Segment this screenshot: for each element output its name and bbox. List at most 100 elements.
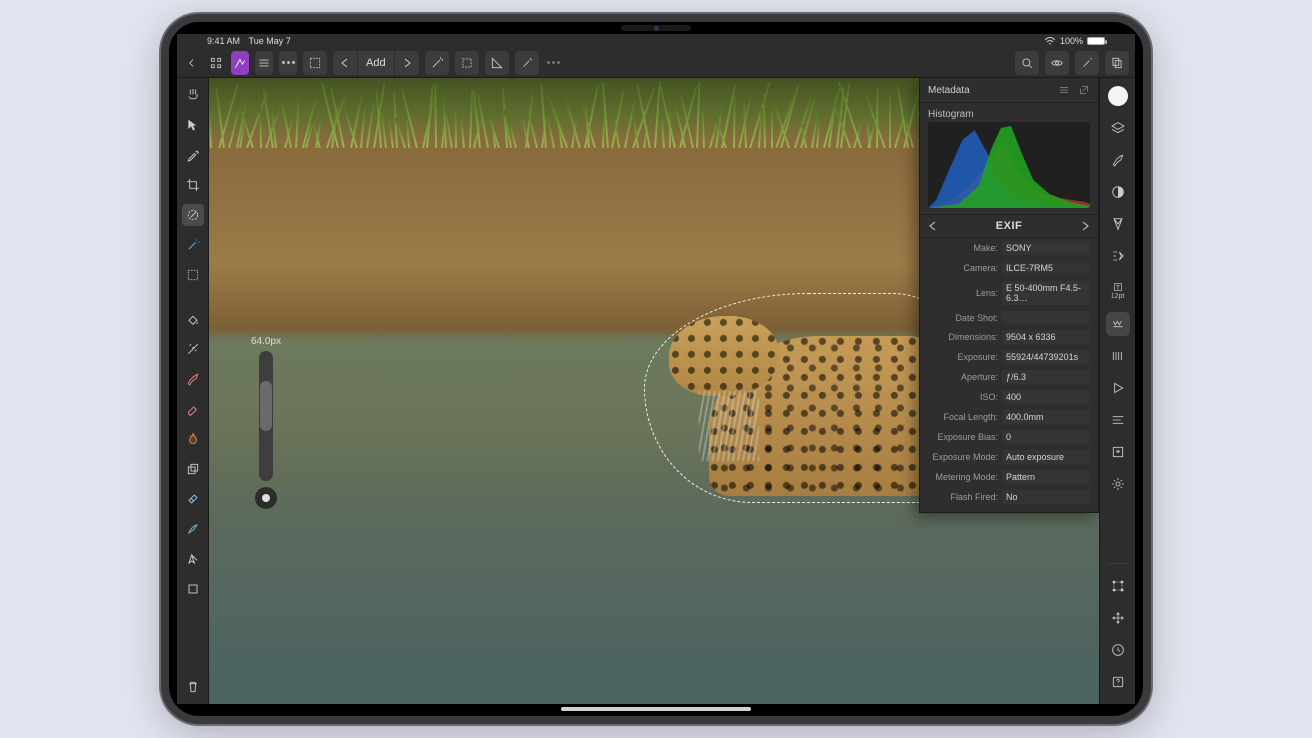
navigator-studio[interactable]	[1106, 606, 1130, 630]
selection-marquee	[639, 288, 949, 508]
color-picker-tool[interactable]	[182, 144, 204, 166]
panel-popout-icon[interactable]	[1078, 84, 1090, 96]
channels-studio[interactable]	[1106, 344, 1130, 368]
flood-fill-tool[interactable]	[182, 308, 204, 330]
wifi-icon	[1044, 36, 1056, 46]
battery-text: 100%	[1060, 36, 1083, 46]
stock-studio[interactable]	[1106, 212, 1130, 236]
status-right: 100%	[1044, 36, 1105, 46]
camera-notch	[621, 25, 691, 31]
healing-tool[interactable]	[182, 488, 204, 510]
brushes-studio[interactable]	[1106, 148, 1130, 172]
document-menu-button[interactable]	[1105, 51, 1129, 75]
back-button[interactable]	[183, 51, 201, 75]
exif-row: Make:SONY	[920, 238, 1098, 258]
paint-brush-tool[interactable]	[182, 368, 204, 390]
exif-next[interactable]	[1080, 221, 1090, 231]
top-toolbar: Add	[177, 48, 1135, 78]
status-left: 9:41 AM Tue May 7	[207, 36, 291, 46]
panel-menu-icon[interactable]	[1058, 84, 1070, 96]
macros-studio[interactable]	[1106, 376, 1130, 400]
exif-row: Date Shot:	[920, 308, 1098, 327]
view-tool[interactable]	[182, 84, 204, 106]
exif-prev[interactable]	[928, 221, 938, 231]
exif-row: Exposure Bias:0	[920, 427, 1098, 447]
preferences-button[interactable]	[1106, 472, 1130, 496]
marquee-button[interactable]	[455, 51, 479, 75]
hamburger-menu-icon[interactable]	[255, 51, 273, 75]
selection-new-button[interactable]	[303, 51, 327, 75]
metadata-studio[interactable]	[1106, 312, 1130, 336]
clone-tool[interactable]	[182, 458, 204, 480]
brush-size-slider[interactable]	[259, 351, 273, 481]
auto-select-tool[interactable]	[182, 234, 204, 256]
exif-row: Exposure Mode:Auto exposure	[920, 447, 1098, 467]
adjustments-studio[interactable]	[1106, 180, 1130, 204]
exif-row: Lens:E 50-400mm F4.5-6.3…	[920, 278, 1098, 308]
more-button[interactable]	[279, 51, 297, 75]
history-studio[interactable]	[1106, 408, 1130, 432]
right-studio-rail: 12pt	[1099, 78, 1135, 704]
history-next[interactable]	[394, 51, 419, 75]
left-tool-rail	[177, 78, 209, 704]
exif-row: Metering Mode:Pattern	[920, 467, 1098, 487]
delete-button[interactable]	[182, 676, 204, 698]
status-bar: 9:41 AM Tue May 7 100%	[177, 34, 1135, 48]
histogram-label: Histogram	[920, 103, 1098, 122]
metadata-header: Metadata	[920, 78, 1098, 103]
transform-studio[interactable]	[1106, 574, 1130, 598]
history-nav: Add	[333, 51, 419, 75]
quickmask-button[interactable]	[1015, 51, 1039, 75]
effects-studio[interactable]	[1106, 244, 1130, 268]
export-studio[interactable]	[1106, 440, 1130, 464]
history-prev[interactable]	[333, 51, 357, 75]
status-time: 9:41 AM	[207, 36, 240, 46]
brush-preview-icon[interactable]	[255, 487, 277, 509]
burn-tool[interactable]	[182, 428, 204, 450]
exif-section-bar: EXIF	[920, 214, 1098, 238]
canvas[interactable]: 64.0px Metadata Histogram	[209, 78, 1135, 704]
exif-label: EXIF	[996, 220, 1022, 232]
assistant-button[interactable]	[1075, 51, 1099, 75]
selection-brush-tool[interactable]	[182, 204, 204, 226]
magic-wand-button[interactable]	[425, 51, 449, 75]
text-size-label: 12pt	[1111, 293, 1125, 300]
exif-row: Camera:ILCE-7RM5	[920, 258, 1098, 278]
histogram[interactable]	[928, 122, 1090, 208]
text-studio[interactable]: 12pt	[1106, 276, 1130, 304]
brush-size-label: 64.0px	[251, 336, 281, 347]
main-area: 64.0px Metadata Histogram	[177, 78, 1135, 704]
snapping-button[interactable]	[485, 51, 509, 75]
app-persona-photo[interactable]	[231, 51, 249, 75]
gradient-tool[interactable]	[182, 338, 204, 360]
exif-row: Focal Length:400.0mm	[920, 407, 1098, 427]
brush-size-osd: 64.0px	[251, 336, 281, 509]
metadata-title: Metadata	[928, 85, 970, 96]
app-screen: 9:41 AM Tue May 7 100% Add	[177, 34, 1135, 704]
home-indicator[interactable]	[561, 707, 751, 711]
clock-button[interactable]	[1106, 638, 1130, 662]
layers-studio[interactable]	[1106, 116, 1130, 140]
status-date: Tue May 7	[249, 36, 291, 46]
erase-tool[interactable]	[182, 398, 204, 420]
color-studio[interactable]	[1106, 84, 1130, 108]
smudge-tool[interactable]	[182, 518, 204, 540]
exif-row: ISO:400	[920, 387, 1098, 407]
preview-button[interactable]	[1045, 51, 1069, 75]
move-tool[interactable]	[182, 114, 204, 136]
exif-row: Flash Fired:No	[920, 487, 1098, 512]
overflow-icon[interactable]	[545, 51, 563, 75]
exif-row: Dimensions:9504 x 6336	[920, 327, 1098, 347]
ipad-device-frame: 9:41 AM Tue May 7 100% Add	[161, 14, 1151, 724]
refine-button[interactable]	[515, 51, 539, 75]
grid-icon[interactable]	[207, 51, 225, 75]
shape-tool[interactable]	[182, 578, 204, 600]
metadata-panel: Metadata Histogram	[919, 78, 1099, 513]
crop-tool[interactable]	[182, 174, 204, 196]
pen-tool[interactable]	[182, 548, 204, 570]
help-button[interactable]	[1106, 670, 1130, 694]
exif-row: Exposure:55924/44739201s	[920, 347, 1098, 367]
history-add[interactable]: Add	[357, 51, 394, 75]
exif-row: Aperture:ƒ/6.3	[920, 367, 1098, 387]
rect-marquee-tool[interactable]	[182, 264, 204, 286]
